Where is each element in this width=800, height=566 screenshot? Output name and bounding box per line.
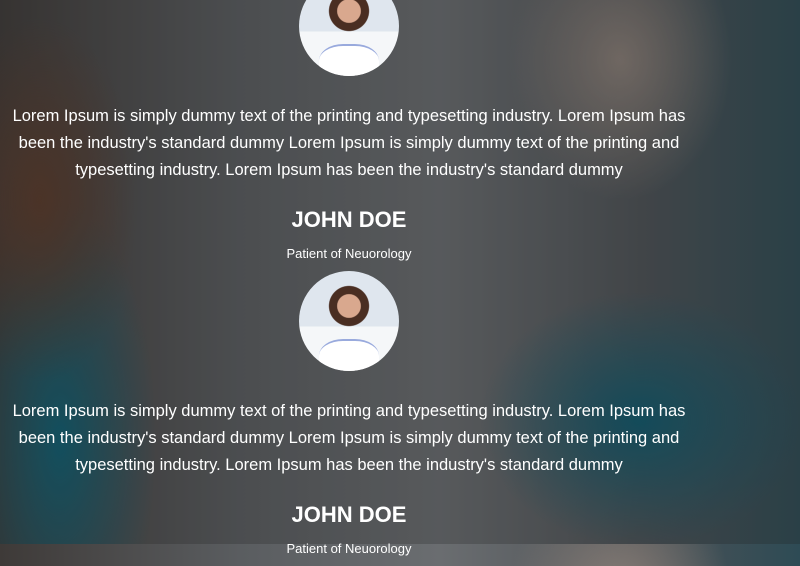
testimonial-item: Lorem Ipsum is simply dummy text of the … [0, 0, 698, 271]
testimonial-text: Lorem Ipsum is simply dummy text of the … [12, 107, 686, 179]
testimonial-role: Patient of Neuorology [286, 541, 412, 556]
testimonial-role: Patient of Neuorology [286, 246, 412, 261]
avatar [299, 0, 399, 76]
testimonial-item: Lorem Ipsum is simply dummy text of the … [0, 271, 698, 566]
testimonial-name: JOHN DOE [291, 502, 407, 527]
testimonial-text: Lorem Ipsum is simply dummy text of the … [12, 402, 686, 474]
avatar [299, 271, 399, 371]
testimonial-name: JOHN DOE [291, 207, 407, 232]
